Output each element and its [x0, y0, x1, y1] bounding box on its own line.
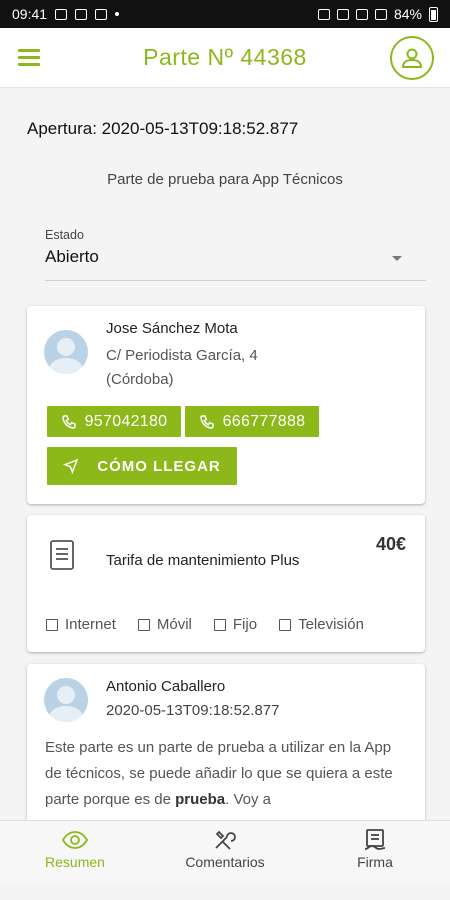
estado-value: Abierto	[45, 247, 99, 266]
signal-icon	[374, 8, 387, 20]
gallery-icon	[55, 8, 68, 20]
client-address: C/ Periodista García, 4 (Córdoba)	[106, 347, 258, 388]
tools-icon	[215, 830, 236, 850]
system-nav-bar	[0, 884, 450, 900]
nav-comentarios[interactable]: Comentarios	[150, 821, 300, 884]
description-text: Parte de prueba para App Técnicos	[107, 171, 343, 188]
checkbox-icon	[137, 618, 150, 631]
service-fijo[interactable]: Fijo	[213, 616, 258, 633]
phone-number-2: 666777888	[222, 412, 306, 430]
service-internet[interactable]: Internet	[46, 616, 116, 633]
service-television[interactable]: Televisión	[279, 616, 364, 633]
phone-icon	[199, 414, 214, 429]
hamburger-icon[interactable]	[18, 49, 40, 67]
comment-text-part: . Voy a	[225, 791, 271, 808]
phone-button-2[interactable]: 666777888	[185, 406, 319, 437]
services-list: Internet Móvil Fijo Televisión	[46, 616, 386, 633]
notification-icon	[75, 8, 88, 20]
nav-resumen[interactable]: Resumen	[0, 821, 150, 884]
tarifa-name: Tarifa de mantenimiento Plus	[106, 552, 300, 569]
more-notifications-icon	[115, 12, 120, 16]
estado-select[interactable]: Estado Abierto	[45, 228, 426, 281]
dropdown-arrow-icon	[392, 256, 402, 261]
signature-icon	[364, 829, 386, 850]
nav-label: Resumen	[45, 854, 105, 870]
android-icon	[95, 8, 108, 20]
profile-button[interactable]	[390, 36, 434, 80]
status-time: 09:41	[12, 6, 48, 22]
battery-icon	[429, 6, 438, 22]
page-title: Parte Nº 44368	[143, 44, 307, 70]
comment-text: Este parte es un parte de prueba a utili…	[45, 735, 407, 813]
nav-label: Comentarios	[185, 854, 265, 870]
comment-text-bold: prueba	[175, 791, 226, 808]
bluetooth-icon	[336, 8, 349, 20]
alarm-icon	[317, 8, 330, 20]
eye-icon	[62, 831, 88, 849]
tarifa-price: 40€	[375, 534, 406, 554]
checkbox-icon	[46, 618, 58, 631]
service-label: Fijo	[232, 616, 258, 633]
app-bar: Parte Nº 44368	[0, 28, 450, 88]
route-label: CÓMO LLEGAR	[97, 457, 221, 475]
comment-avatar	[44, 678, 88, 722]
nav-label: Firma	[357, 854, 393, 870]
comment-date: 2020-05-13T09:18:52.877	[106, 702, 280, 719]
phone-button-1[interactable]: 957042180	[47, 406, 181, 437]
phone-icon	[61, 414, 76, 429]
service-label: Televisión	[298, 616, 364, 633]
wifi-icon	[355, 8, 368, 20]
checkbox-icon	[279, 618, 292, 631]
client-name: Jose Sánchez Mota	[106, 320, 238, 337]
comment-card: Antonio Caballero 2020-05-13T09:18:52.87…	[27, 664, 425, 834]
route-button[interactable]: CÓMO LLEGAR	[47, 447, 237, 485]
service-label: Móvil	[156, 616, 192, 633]
apertura-text: Apertura: 2020-05-13T09:18:52.877	[27, 119, 299, 138]
phone-number-1: 957042180	[84, 412, 168, 430]
checkbox-icon	[213, 618, 226, 631]
battery-level: 84%	[393, 6, 422, 22]
service-movil[interactable]: Móvil	[137, 616, 192, 633]
status-bar: 09:41 84%	[0, 0, 450, 28]
document-icon	[50, 540, 74, 570]
navigation-icon	[63, 458, 79, 474]
service-label: Internet	[65, 616, 116, 633]
tarifa-card: Tarifa de mantenimiento Plus 40€ Interne…	[27, 515, 425, 652]
estado-label: Estado	[45, 228, 84, 242]
client-avatar	[44, 330, 88, 374]
bottom-navigation: Resumen Comentarios Firma	[0, 820, 450, 884]
client-card: Jose Sánchez Mota C/ Periodista García, …	[27, 306, 425, 504]
comment-author: Antonio Caballero	[106, 678, 226, 695]
nav-firma[interactable]: Firma	[300, 821, 450, 884]
user-icon	[401, 48, 423, 68]
